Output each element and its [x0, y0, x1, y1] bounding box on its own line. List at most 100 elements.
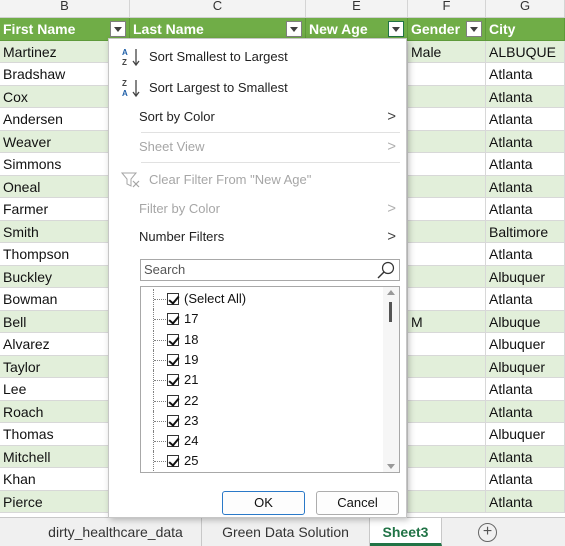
cell-city[interactable]: Atlanta: [486, 130, 565, 153]
cell-gender[interactable]: [408, 175, 486, 198]
cell-city[interactable]: Atlanta: [486, 490, 565, 513]
filter-item[interactable]: 18: [141, 329, 381, 350]
cancel-button[interactable]: Cancel: [316, 491, 399, 515]
chevron-right-icon: >: [387, 228, 396, 245]
cell-gender[interactable]: M: [408, 310, 486, 333]
cell-city[interactable]: Atlanta: [486, 108, 565, 131]
svg-text:A: A: [122, 89, 128, 98]
cell-gender[interactable]: [408, 355, 486, 378]
cell-city[interactable]: Atlanta: [486, 63, 565, 86]
checkbox-checked[interactable]: [167, 353, 179, 366]
cell-gender[interactable]: [408, 85, 486, 108]
filter-item-label: (Select All): [184, 291, 247, 306]
checkbox-checked[interactable]: [167, 313, 179, 326]
cell-city[interactable]: ALBUQUE: [486, 40, 565, 63]
cell-city[interactable]: Atlanta: [486, 288, 565, 311]
cell-gender[interactable]: [408, 108, 486, 131]
cell-gender[interactable]: [408, 378, 486, 401]
tree-connector: [153, 309, 167, 330]
cell-city[interactable]: Albuquer: [486, 333, 565, 356]
cell-city[interactable]: Atlanta: [486, 400, 565, 423]
header-city[interactable]: City: [486, 18, 565, 41]
cell-gender[interactable]: [408, 243, 486, 266]
checkbox-checked[interactable]: [167, 455, 179, 468]
header-gender-label: Gender: [411, 21, 461, 37]
column-letter-c[interactable]: C: [130, 0, 306, 17]
svg-text:A: A: [122, 48, 128, 57]
filter-dropdown-first-name[interactable]: [110, 21, 126, 37]
checkbox-checked[interactable]: [167, 374, 179, 387]
header-city-label: City: [489, 21, 516, 37]
filter-search-field[interactable]: Search: [140, 259, 400, 281]
cell-gender[interactable]: Male: [408, 40, 486, 63]
tree-connector: [153, 451, 167, 472]
column-letter-e[interactable]: E: [306, 0, 408, 17]
menu-sort-by-color-label: Sort by Color: [139, 109, 215, 124]
scrollbar-thumb[interactable]: [389, 302, 392, 322]
cell-gender[interactable]: [408, 220, 486, 243]
cell-city[interactable]: Atlanta: [486, 378, 565, 401]
tree-connector: [153, 431, 167, 452]
cell-gender[interactable]: [408, 198, 486, 221]
filter-item[interactable]: 21: [141, 370, 381, 391]
tab-green-data-solution[interactable]: Green Data Solution: [202, 518, 370, 546]
filter-list-scrollbar[interactable]: [383, 287, 399, 472]
cell-gender[interactable]: [408, 468, 486, 491]
add-sheet-button[interactable]: +: [478, 523, 497, 542]
cell-city[interactable]: Atlanta: [486, 175, 565, 198]
cell-gender[interactable]: [408, 400, 486, 423]
cell-gender[interactable]: [408, 130, 486, 153]
tree-connector: [153, 370, 167, 391]
cell-city[interactable]: Albuquer: [486, 265, 565, 288]
tab-dirty-healthcare-data[interactable]: dirty_healthcare_data: [30, 518, 202, 546]
menu-sort-descending[interactable]: Z A Sort Largest to Smallest: [109, 76, 406, 100]
column-letter-g[interactable]: G: [486, 0, 565, 17]
cell-gender[interactable]: [408, 445, 486, 468]
filter-item[interactable]: 19: [141, 349, 381, 370]
checkbox-checked[interactable]: [167, 435, 179, 448]
menu-sort-by-color[interactable]: Sort by Color >: [109, 105, 406, 129]
menu-sort-ascending[interactable]: A Z Sort Smallest to Largest: [109, 45, 406, 69]
filter-item[interactable]: 17: [141, 309, 381, 330]
cell-city[interactable]: Atlanta: [486, 153, 565, 176]
cell-city[interactable]: Atlanta: [486, 445, 565, 468]
chevron-right-icon: >: [387, 108, 396, 125]
cell-gender[interactable]: [408, 333, 486, 356]
cell-gender[interactable]: [408, 490, 486, 513]
scroll-down-icon[interactable]: [387, 464, 395, 469]
filter-item[interactable]: 24: [141, 431, 381, 452]
cell-gender[interactable]: [408, 265, 486, 288]
filter-item[interactable]: 22: [141, 390, 381, 411]
cell-city[interactable]: Albuquer: [486, 355, 565, 378]
cell-city[interactable]: Atlanta: [486, 468, 565, 491]
filter-item-label: 17: [184, 311, 199, 327]
scroll-up-icon[interactable]: [387, 290, 395, 295]
cell-gender[interactable]: [408, 153, 486, 176]
cell-city[interactable]: Albuque: [486, 310, 565, 333]
filter-dropdown-gender[interactable]: [466, 21, 482, 37]
filter-item-select-all[interactable]: (Select All): [141, 289, 381, 309]
tab-sheet3[interactable]: Sheet3: [370, 518, 442, 546]
filter-dropdown-new-age[interactable]: [388, 21, 404, 37]
cell-gender[interactable]: [408, 288, 486, 311]
cell-city[interactable]: Atlanta: [486, 198, 565, 221]
cell-city[interactable]: Baltimore: [486, 220, 565, 243]
ok-button[interactable]: OK: [222, 491, 305, 515]
menu-number-filters[interactable]: Number Filters >: [109, 225, 406, 249]
cell-gender[interactable]: [408, 423, 486, 446]
filter-item[interactable]: 23: [141, 410, 381, 431]
cell-city[interactable]: Atlanta: [486, 243, 565, 266]
column-letter-f[interactable]: F: [408, 0, 486, 17]
checkbox-checked[interactable]: [167, 333, 179, 346]
column-letter-b[interactable]: B: [0, 0, 130, 17]
filter-item[interactable]: 25: [141, 451, 381, 472]
checkbox-checked[interactable]: [167, 394, 179, 407]
checkbox-checked[interactable]: [167, 293, 179, 305]
cell-gender[interactable]: [408, 63, 486, 86]
filter-item-label: 24: [184, 433, 199, 449]
chevron-right-icon: >: [387, 200, 396, 217]
filter-dropdown-last-name[interactable]: [286, 21, 302, 37]
cell-city[interactable]: Atlanta: [486, 85, 565, 108]
checkbox-checked[interactable]: [167, 414, 179, 427]
cell-city[interactable]: Albuquer: [486, 423, 565, 446]
